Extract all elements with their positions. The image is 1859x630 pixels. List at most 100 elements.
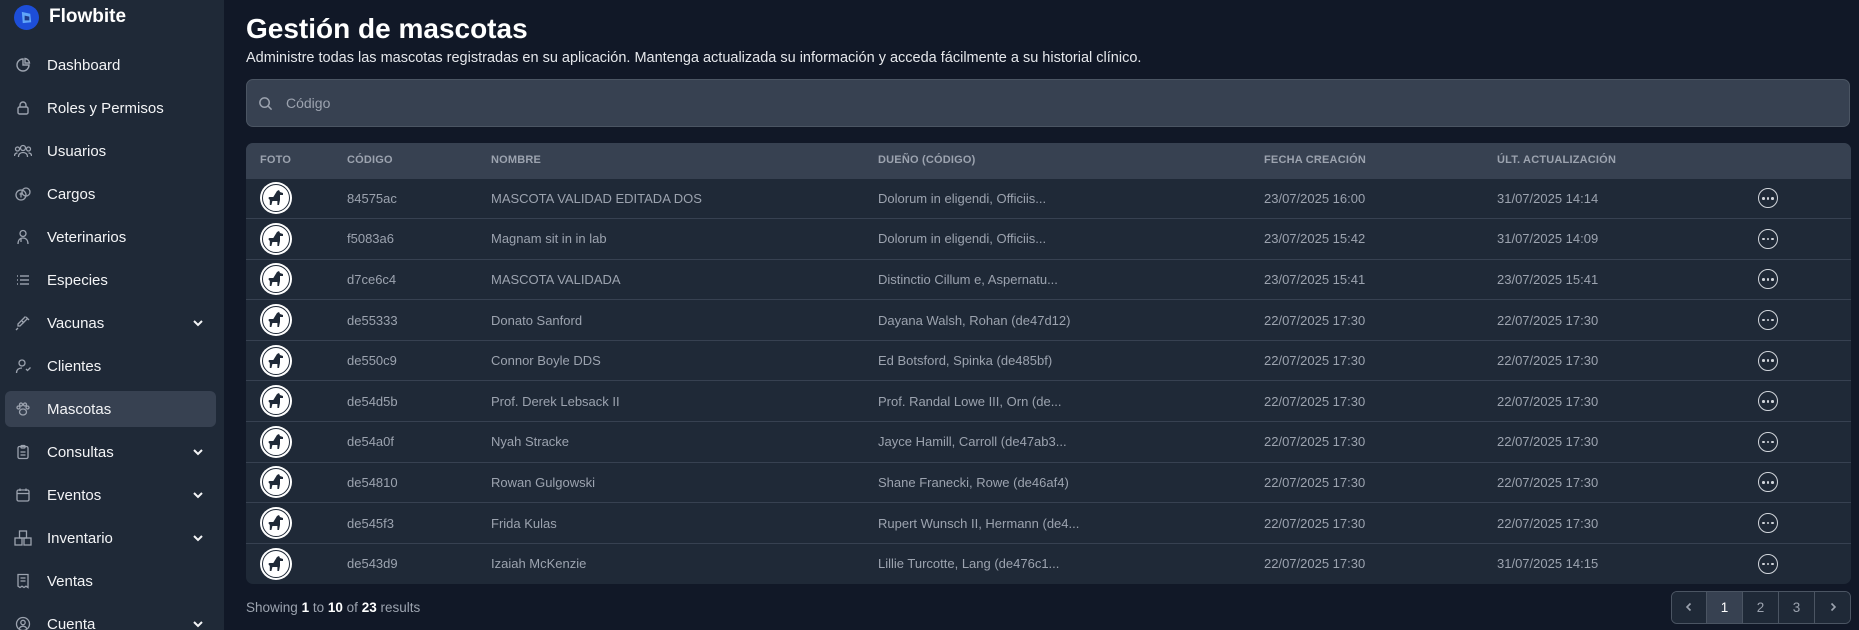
more-options-icon[interactable]	[1758, 472, 1778, 493]
sidebar-item-roles-y-permisos[interactable]: Roles y Permisos	[5, 90, 216, 126]
header-actions	[1746, 143, 1851, 178]
user-icon	[13, 356, 33, 376]
cell-ult-actualizacion: 22/07/2025 17:30	[1497, 434, 1599, 450]
dog-icon	[262, 306, 290, 335]
more-options-icon[interactable]	[1758, 431, 1778, 452]
sidebar-item-mascotas[interactable]: Mascotas	[5, 391, 216, 427]
cell-nombre: Connor Boyle DDS	[491, 353, 601, 369]
pet-avatar	[260, 182, 292, 215]
more-options-icon[interactable]	[1758, 228, 1778, 249]
more-options-icon[interactable]	[1758, 391, 1778, 412]
sidebar-item-clientes[interactable]: Clientes	[5, 348, 216, 384]
search-input[interactable]	[286, 95, 1849, 111]
next-page-icon[interactable]	[1814, 591, 1850, 623]
cell-codigo: 84575ac	[347, 190, 397, 206]
sidebar-item-cargos[interactable]: Cargos	[5, 176, 216, 212]
sidebar-item-dashboard[interactable]: Dashboard	[5, 47, 216, 83]
prev-page-icon[interactable]	[1672, 591, 1706, 623]
more-options-icon[interactable]	[1758, 188, 1778, 209]
cell-dueno: Distinctio Cillum e, Aspernatu...	[878, 271, 1058, 287]
calendar-icon	[13, 485, 33, 505]
header-ult-actualizacion[interactable]: ÚLT. ACTUALIZACIÓN	[1497, 143, 1746, 178]
page-button-2[interactable]: 2	[1742, 591, 1778, 623]
doctor-icon	[13, 227, 33, 247]
header-fecha-creacion[interactable]: FECHA CREACIÓN	[1264, 143, 1497, 178]
cell-dueno: Jayce Hamill, Carroll (de47ab3...	[878, 434, 1067, 450]
cell-nombre: Izaiah McKenzie	[491, 556, 587, 572]
cell-fecha-creacion: 23/07/2025 15:41	[1264, 271, 1366, 287]
chevron-down-icon[interactable]	[190, 444, 206, 460]
chevron-down-icon[interactable]	[190, 530, 206, 546]
page-subtitle: Administre todas las mascotas registrada…	[246, 50, 1142, 66]
sidebar-item-inventario[interactable]: Inventario	[5, 520, 216, 556]
sidebar-item-vacunas[interactable]: Vacunas	[5, 305, 216, 341]
dog-icon	[262, 509, 290, 538]
pet-avatar	[260, 385, 292, 418]
search-bar[interactable]	[246, 79, 1850, 127]
more-options-icon[interactable]	[1758, 513, 1778, 534]
sidebar-item-consultas[interactable]: Consultas	[5, 434, 216, 470]
more-options-icon[interactable]	[1758, 350, 1778, 371]
brand[interactable]: Flowbite	[0, 0, 224, 34]
chevron-down-icon[interactable]	[190, 616, 206, 630]
sidebar-item-veterinarios[interactable]: Veterinarios	[5, 219, 216, 255]
sidebar-item-usuarios[interactable]: Usuarios	[5, 133, 216, 169]
sidebar-item-label: Dashboard	[47, 56, 121, 74]
cell-codigo: de543d9	[347, 556, 398, 572]
cell-nombre: Nyah Stracke	[491, 434, 570, 450]
dog-icon	[262, 265, 290, 294]
sidebar-item-label: Mascotas	[47, 400, 112, 418]
table-row: f5083a6 Magnam sit in in lab Dolorum in el…	[246, 218, 1851, 260]
cell-ult-actualizacion: 23/07/2025 15:41	[1497, 271, 1599, 287]
syringe-icon	[13, 313, 33, 333]
sidebar-item-label: Vacunas	[47, 314, 105, 332]
table-row: de545f3 Frida Kulas Rupert Wunsch II, Herm…	[246, 502, 1851, 544]
results-summary: Showing 1 to 10 of 23 results	[246, 599, 421, 615]
cell-codigo: de55333	[347, 312, 398, 328]
flowbite-logo-icon	[14, 4, 39, 30]
pet-avatar	[260, 425, 292, 458]
sidebar-item-eventos[interactable]: Eventos	[5, 477, 216, 513]
dog-icon	[262, 184, 290, 213]
dog-icon	[262, 224, 290, 253]
cell-fecha-creacion: 23/07/2025 16:00	[1264, 190, 1366, 206]
sidebar-item-cuenta[interactable]: Cuenta	[5, 606, 216, 630]
page-button-1[interactable]: 1	[1706, 591, 1742, 623]
sidebar-item-especies[interactable]: Especies	[5, 262, 216, 298]
chart-pie-icon	[13, 55, 33, 75]
page-button-3[interactable]: 3	[1778, 591, 1814, 623]
cell-ult-actualizacion: 31/07/2025 14:14	[1497, 190, 1599, 206]
header-nombre[interactable]: NOMBRE	[491, 143, 878, 178]
table-row: d7ce6c4 MASCOTA VALIDADA Distinctio Cillum…	[246, 259, 1851, 300]
sidebar-item-label: Especies	[47, 271, 108, 289]
table-row: de54d5b Prof. Derek Lebsack II Prof. Randa…	[246, 380, 1851, 422]
cell-codigo: de54a0f	[347, 434, 394, 450]
more-options-icon[interactable]	[1758, 310, 1778, 331]
more-options-icon[interactable]	[1758, 553, 1778, 574]
chevron-down-icon[interactable]	[190, 487, 206, 503]
header-codigo[interactable]: CÓDIGO	[347, 143, 491, 178]
cell-dueno: Shane Franecki, Rowe (de46af4)	[878, 474, 1069, 490]
cell-dueno: Dolorum in eligendi, Officiis...	[878, 231, 1047, 247]
more-options-icon[interactable]	[1758, 269, 1778, 290]
cell-ult-actualizacion: 22/07/2025 17:30	[1497, 353, 1599, 369]
brand-name: Flowbite	[49, 6, 127, 27]
cell-nombre: Donato Sanford	[491, 312, 583, 328]
table-row: de550c9 Connor Boyle DDS Ed Botsford, Spin…	[246, 340, 1851, 381]
header-dueno[interactable]: DUEÑO (CÓDIGO)	[878, 143, 1264, 178]
dog-icon	[262, 387, 290, 416]
pet-avatar	[260, 344, 292, 377]
users-icon	[13, 141, 33, 161]
sidebar-item-label: Consultas	[47, 443, 114, 461]
cell-fecha-creacion: 22/07/2025 17:30	[1264, 312, 1366, 328]
lock-icon	[13, 98, 33, 118]
cell-fecha-creacion: 22/07/2025 17:30	[1264, 434, 1366, 450]
sidebar-item-ventas[interactable]: Ventas	[5, 563, 216, 599]
cell-fecha-creacion: 22/07/2025 17:30	[1264, 353, 1366, 369]
pet-avatar	[260, 263, 292, 296]
table-row: de55333 Donato Sanford Dayana Walsh, Rohan…	[246, 299, 1851, 341]
cell-fecha-creacion: 22/07/2025 17:30	[1264, 474, 1366, 490]
dog-icon	[262, 468, 290, 497]
cell-fecha-creacion: 22/07/2025 17:30	[1264, 556, 1366, 572]
chevron-down-icon[interactable]	[190, 315, 206, 331]
